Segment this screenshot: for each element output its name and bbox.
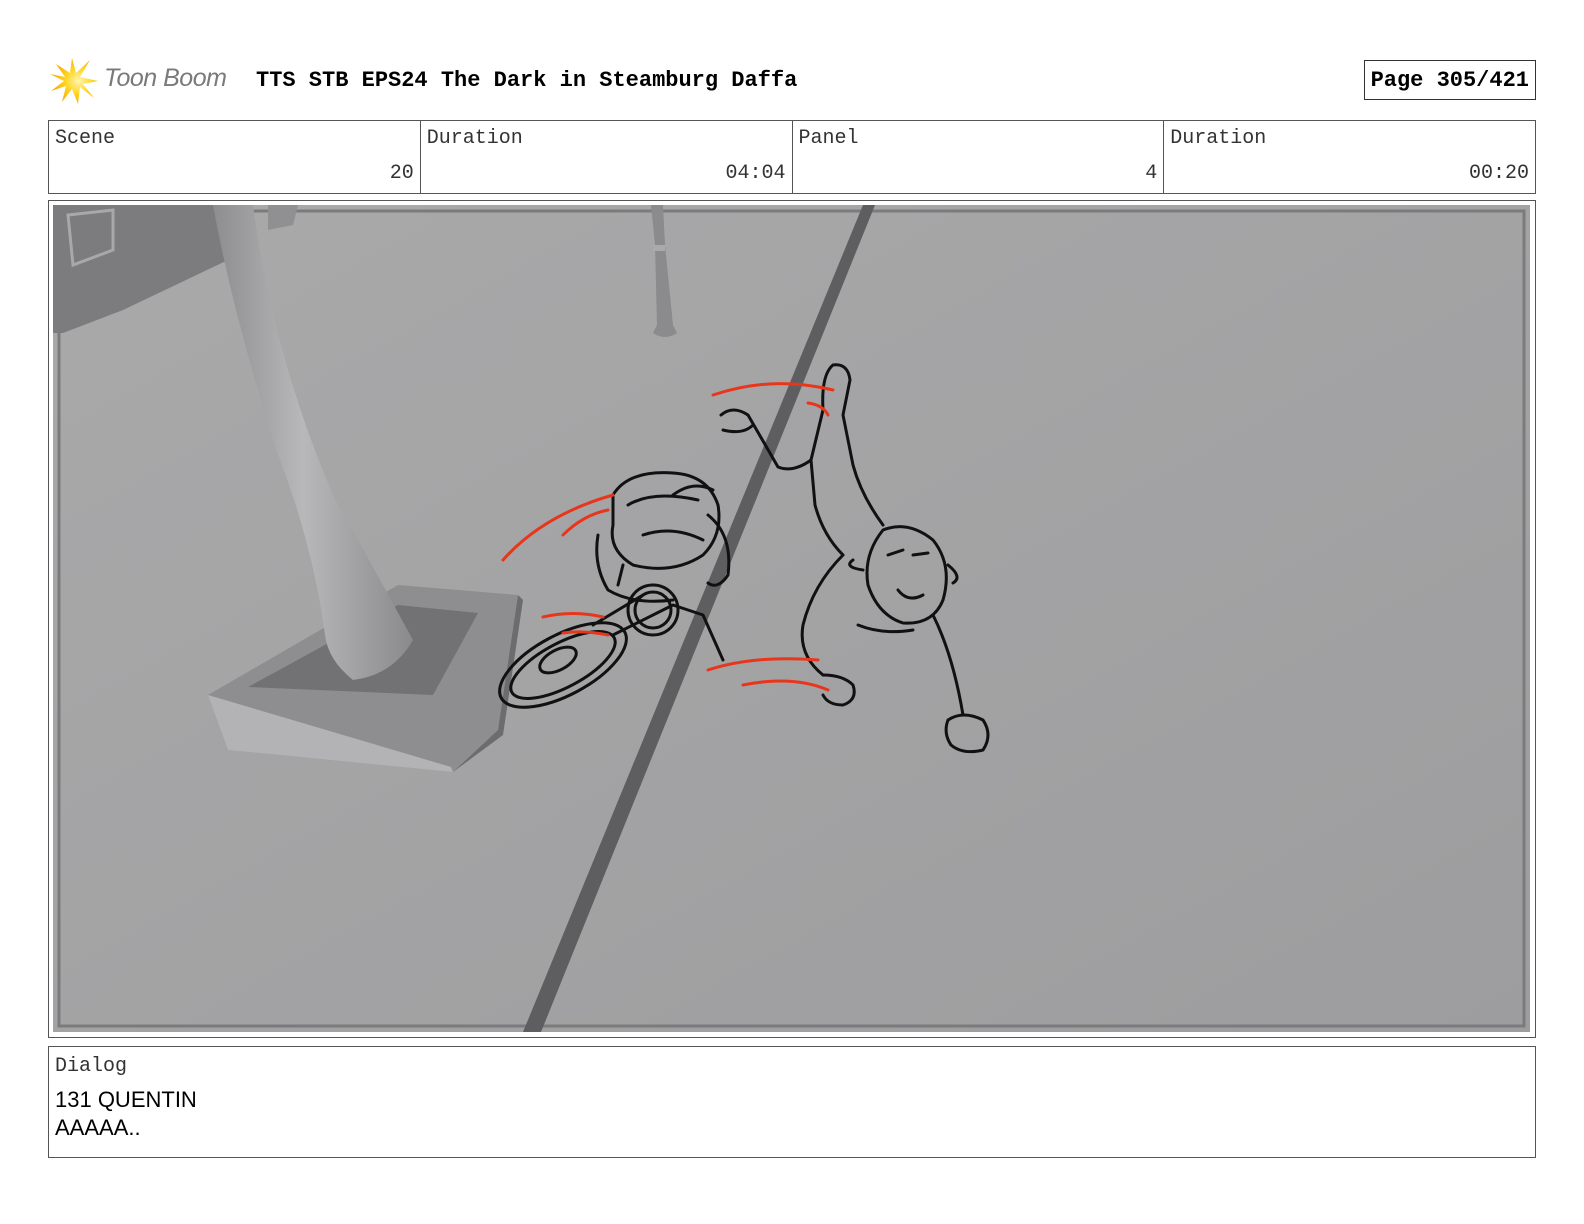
panel-artwork	[53, 205, 1530, 1032]
document-title: TTS STB EPS24 The Dark in Steamburg Daff…	[256, 68, 798, 93]
dialog-box: Dialog 131 QUENTIN AAAAA..	[48, 1046, 1536, 1158]
scene-duration-value: 04:04	[725, 162, 786, 185]
page-header: Toon Boom TTS STB EPS24 The Dark in Stea…	[48, 56, 1536, 106]
scene-duration-label: Duration	[426, 127, 523, 150]
toon-boom-logo-icon	[50, 58, 98, 104]
scene-label: Scene	[55, 127, 116, 150]
panel-cell: Panel 4	[793, 121, 1165, 193]
scene-cell: Scene 20	[49, 121, 421, 193]
dialog-line-speaker: 131 QUENTIN	[55, 1087, 197, 1112]
scene-info-table: Scene 20 Duration 04:04 Panel 4 Duration…	[48, 120, 1536, 194]
panel-label: Panel	[798, 127, 859, 150]
panel-duration-cell: Duration 00:20	[1164, 121, 1535, 193]
dialog-line-text: AAAAA..	[55, 1115, 141, 1140]
dialog-label: Dialog	[55, 1055, 128, 1078]
toon-boom-logo: Toon Boom	[48, 56, 238, 106]
panel-duration-label: Duration	[1170, 127, 1267, 150]
panel-duration-value: 00:20	[1468, 162, 1529, 185]
panel-value: 4	[1145, 162, 1158, 185]
page-number: Page 305/421	[1363, 60, 1536, 100]
logo-text: Toon Boom	[104, 64, 227, 92]
storyboard-panel	[48, 200, 1536, 1038]
scene-duration-cell: Duration 04:04	[421, 121, 793, 193]
scene-value: 20	[389, 162, 414, 185]
